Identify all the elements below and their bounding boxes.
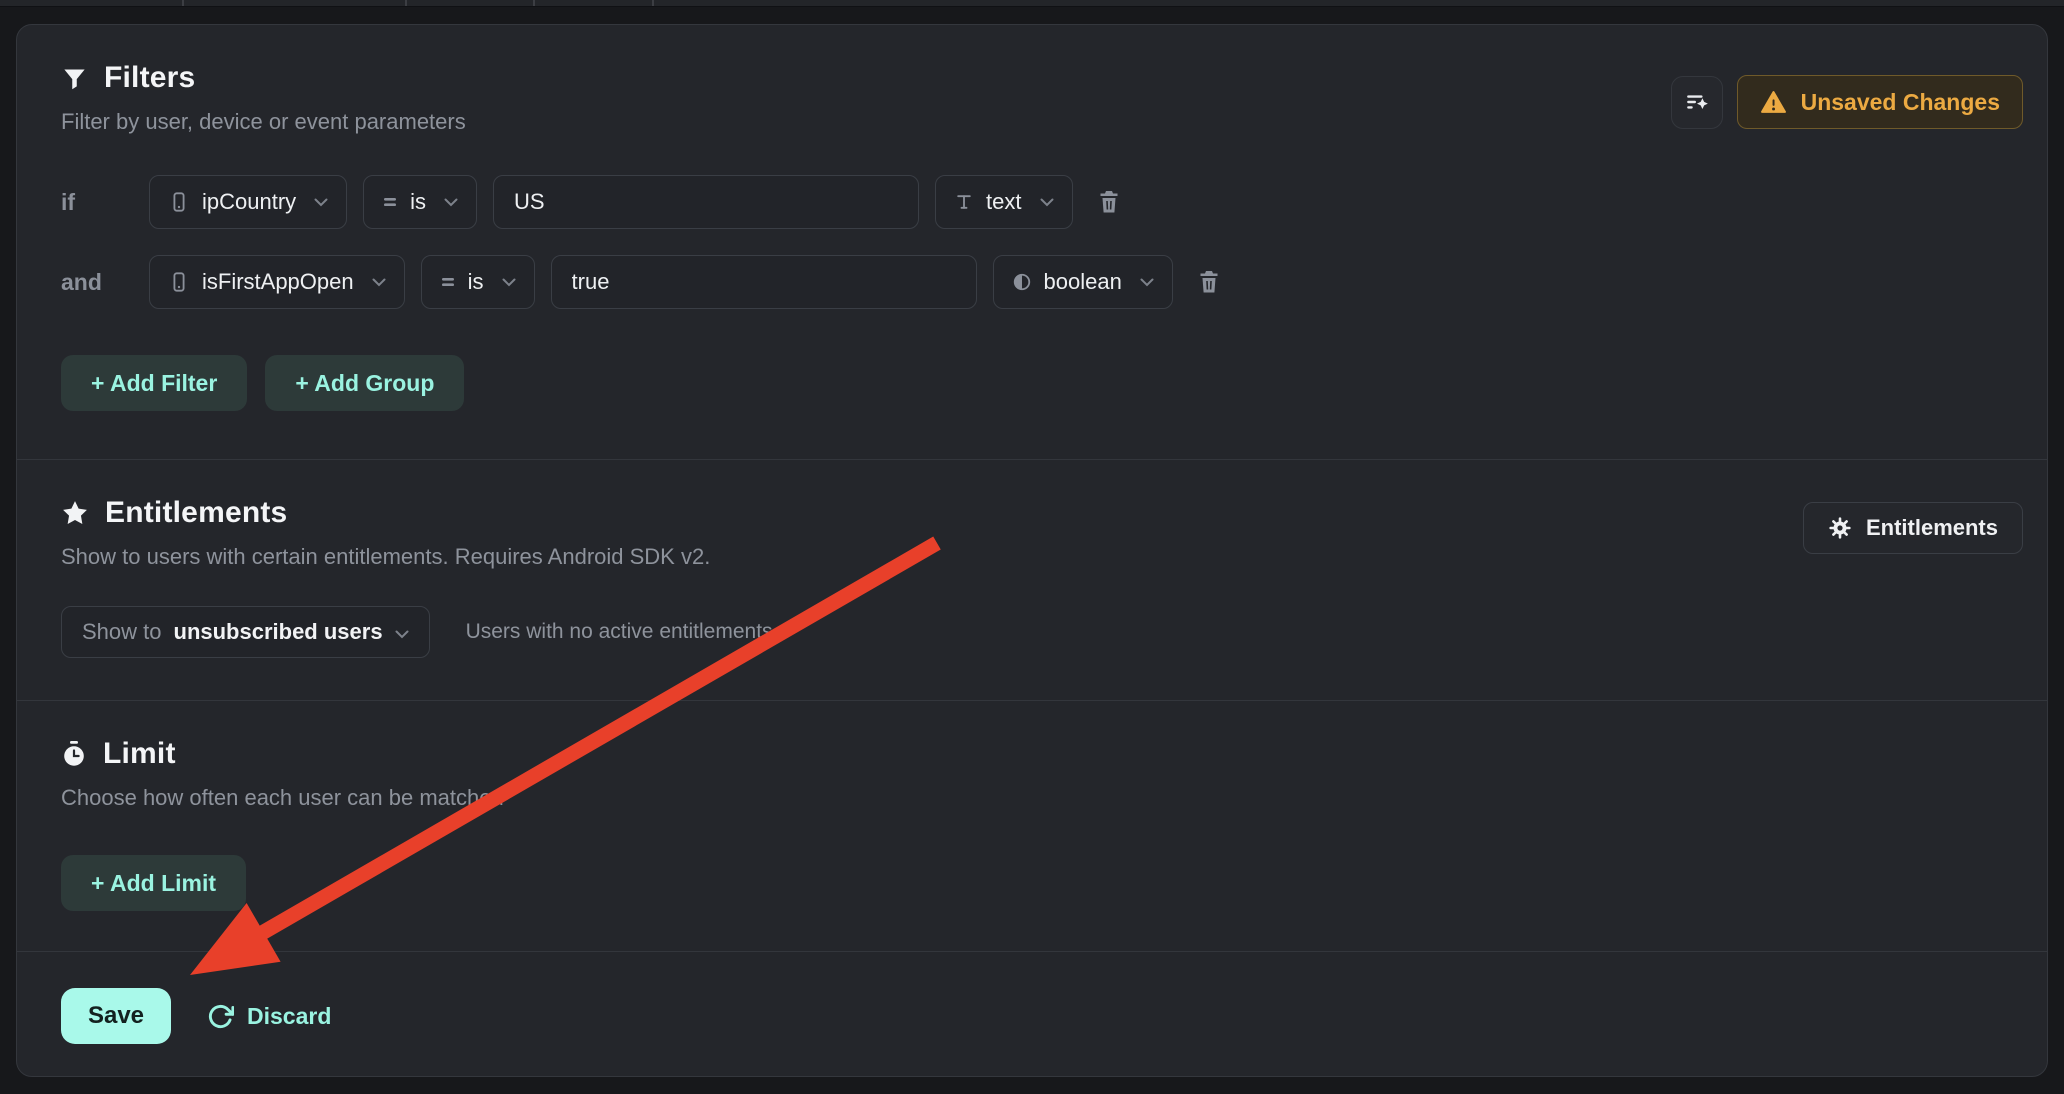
phone-icon [168, 191, 190, 213]
ai-filter-button[interactable] [1671, 76, 1723, 129]
tab-divider [533, 0, 535, 6]
footer-actions: Save Discard [17, 952, 2047, 1080]
unsaved-changes-label: Unsaved Changes [1801, 89, 2000, 116]
boolean-icon [1012, 272, 1032, 292]
operator-value: is [410, 189, 426, 215]
tab-divider [182, 0, 184, 6]
chevron-down-icon [502, 278, 516, 287]
chevron-down-icon [314, 198, 328, 207]
unsaved-changes-badge: Unsaved Changes [1737, 75, 2023, 129]
save-button[interactable]: Save [61, 988, 171, 1044]
delete-filter-button[interactable] [1089, 175, 1129, 229]
property-value: ipCountry [202, 189, 296, 215]
star-icon [61, 499, 89, 527]
add-filter-button[interactable]: + Add Filter [61, 355, 247, 411]
entitlements-section: Entitlements Show to users with certain … [17, 460, 2047, 701]
chevron-down-icon [444, 198, 458, 207]
show-to-helper-text: Users with no active entitlements [466, 620, 773, 644]
property-value: isFirstAppOpen [202, 269, 354, 295]
entitlements-settings-button[interactable]: Entitlements [1803, 502, 2023, 554]
filter-value-input[interactable] [551, 255, 977, 309]
delete-filter-button[interactable] [1189, 255, 1229, 309]
top-tab-strip [0, 0, 2064, 7]
operator-dropdown[interactable]: is [421, 255, 535, 309]
add-group-button[interactable]: + Add Group [265, 355, 464, 411]
filters-subtitle: Filter by user, device or event paramete… [61, 109, 466, 135]
show-to-value: unsubscribed users [174, 619, 383, 645]
chevron-down-icon [1140, 278, 1154, 287]
warning-icon [1760, 89, 1787, 116]
filter-row: and isFirstAppOpen is [61, 255, 2023, 309]
limit-title: Limit [103, 737, 176, 771]
operator-dropdown[interactable]: is [363, 175, 477, 229]
phone-icon [168, 271, 190, 293]
filter-row: if ipCountry is [61, 175, 2023, 229]
conjunction-label: and [61, 269, 133, 296]
equals-icon [440, 274, 456, 290]
type-dropdown[interactable]: text [935, 175, 1072, 229]
gear-icon [1828, 516, 1852, 540]
funnel-icon [61, 65, 88, 92]
show-to-label: Show to [82, 619, 162, 645]
stopwatch-icon [61, 740, 87, 768]
entitlements-subtitle: Show to users with certain entitlements.… [61, 544, 710, 570]
type-value: boolean [1044, 269, 1122, 295]
filters-header: Filters Filter by user, device or event … [61, 61, 466, 135]
property-dropdown[interactable]: ipCountry [149, 175, 347, 229]
operator-value: is [468, 269, 484, 295]
trash-icon [1197, 269, 1221, 295]
limit-subtitle: Choose how often each user can be matche… [61, 785, 2023, 811]
limit-section: Limit Choose how often each user can be … [17, 701, 2047, 952]
property-dropdown[interactable]: isFirstAppOpen [149, 255, 405, 309]
tab-divider [405, 0, 407, 6]
chevron-down-icon [395, 619, 409, 645]
campaign-settings-panel: Filters Filter by user, device or event … [16, 24, 2048, 1077]
chevron-down-icon [372, 278, 386, 287]
filters-section: Filters Filter by user, device or event … [17, 25, 2047, 460]
conjunction-label: if [61, 189, 133, 216]
equals-icon [382, 194, 398, 210]
show-to-dropdown[interactable]: Show to unsubscribed users [61, 606, 430, 658]
trash-icon [1097, 189, 1121, 215]
entitlements-header: Entitlements Show to users with certain … [61, 496, 710, 570]
entitlements-title: Entitlements [105, 496, 287, 530]
discard-button[interactable]: Discard [207, 1003, 331, 1030]
tab-divider [652, 0, 654, 6]
add-limit-button[interactable]: + Add Limit [61, 855, 246, 911]
type-dropdown[interactable]: boolean [993, 255, 1173, 309]
filters-title: Filters [104, 61, 195, 95]
entitlements-button-label: Entitlements [1866, 515, 1998, 541]
chevron-down-icon [1040, 198, 1054, 207]
filter-value-input[interactable] [493, 175, 919, 229]
discard-label: Discard [247, 1003, 331, 1030]
text-type-icon [954, 192, 974, 212]
refresh-icon [207, 1003, 234, 1030]
type-value: text [986, 189, 1021, 215]
filter-sparkle-icon [1684, 89, 1710, 115]
